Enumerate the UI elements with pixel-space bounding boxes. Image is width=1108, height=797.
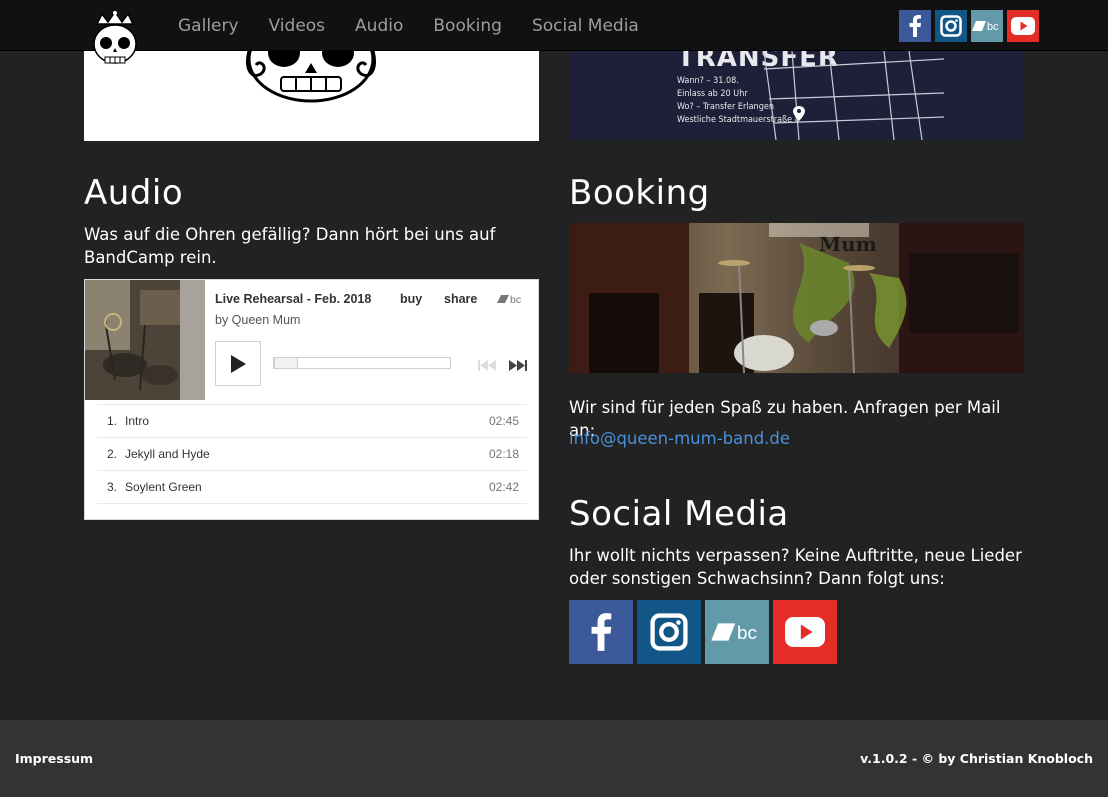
facebook-icon[interactable]	[899, 10, 931, 42]
audio-description: Was auf die Ohren gefällig? Dann hört be…	[84, 225, 496, 267]
booking-email-link[interactable]: info@queen-mum-band.de	[569, 429, 790, 448]
booking-heading: Booking	[569, 173, 710, 213]
svg-text:bc: bc	[737, 622, 757, 643]
audio-heading: Audio	[84, 173, 184, 213]
bandcamp-icon[interactable]: bc	[971, 10, 1003, 42]
play-icon	[231, 354, 246, 373]
bandcamp-player: Live Rehearsal - Feb. 2018 buy share bc …	[84, 279, 539, 520]
svg-text:bc: bc	[510, 294, 521, 305]
social-media-heading: Social Media	[569, 494, 789, 534]
artist-name[interactable]: by Queen Mum	[215, 313, 300, 327]
instagram-icon[interactable]	[935, 10, 967, 42]
album-title[interactable]: Live Rehearsal - Feb. 2018	[215, 292, 371, 306]
track-row[interactable]: 2. Jekyll and Hyde 02:18	[97, 438, 527, 471]
skip-forward-icon	[509, 360, 527, 371]
share-link[interactable]: share	[444, 292, 477, 306]
track-duration: 02:18	[488, 447, 519, 461]
social-media-links: bc	[569, 600, 841, 664]
svg-text:bc: bc	[987, 21, 999, 33]
skip-back-icon	[478, 360, 496, 371]
nav-social-links: bc	[895, 10, 1039, 42]
track-name: Jekyll and Hyde	[125, 447, 210, 461]
social-media-description: Ihr wollt nichts verpassen? Keine Auftri…	[569, 546, 1022, 588]
track-duration: 02:45	[488, 414, 519, 428]
nav-link-booking[interactable]: Booking	[433, 16, 502, 36]
previous-track-button[interactable]	[478, 358, 496, 376]
skull-crown-logo[interactable]	[90, 10, 140, 72]
bandcamp-icon[interactable]: bc	[705, 600, 769, 664]
track-row[interactable]: 3. Soylent Green 02:42	[97, 471, 527, 504]
navbar: Gallery Videos Audio Booking Social Medi…	[0, 0, 1108, 64]
impressum-link[interactable]: Impressum	[15, 751, 93, 766]
footer-credits: v.1.0.2 - © by Christian Knobloch	[860, 751, 1093, 766]
play-button[interactable]	[215, 341, 261, 386]
progress-bar[interactable]	[273, 357, 451, 369]
stage-photo: Mum	[569, 223, 1024, 373]
event-poster-image: TRANSFER Wann? – 31.08. Einlass ab 20 Uh…	[569, 51, 1024, 140]
track-name: Intro	[125, 414, 150, 428]
band-logo-image	[84, 51, 539, 141]
instagram-icon[interactable]	[637, 600, 701, 664]
footer: Impressum v.1.0.2 - © by Christian Knobl…	[0, 720, 1108, 797]
track-list: 1. Intro 02:45 2. Jekyll and Hyde 02:18 …	[97, 404, 527, 504]
next-track-button[interactable]	[509, 358, 527, 376]
nav-links: Gallery Videos Audio Booking Social Medi…	[178, 0, 669, 51]
youtube-icon[interactable]	[773, 600, 837, 664]
youtube-icon[interactable]	[1007, 10, 1039, 42]
nav-link-audio[interactable]: Audio	[355, 16, 403, 36]
track-duration: 02:42	[488, 480, 519, 494]
album-art[interactable]	[85, 280, 205, 400]
track-row[interactable]: 1. Intro 02:45	[97, 405, 527, 438]
nav-link-social-media[interactable]: Social Media	[532, 16, 639, 36]
buy-link[interactable]: buy	[400, 292, 422, 306]
nav-link-videos[interactable]: Videos	[269, 16, 326, 36]
bandcamp-logo[interactable]: bc	[497, 293, 527, 308]
track-name: Soylent Green	[125, 480, 202, 494]
facebook-icon[interactable]	[569, 600, 633, 664]
nav-link-gallery[interactable]: Gallery	[178, 16, 239, 36]
progress-handle[interactable]	[274, 357, 298, 369]
